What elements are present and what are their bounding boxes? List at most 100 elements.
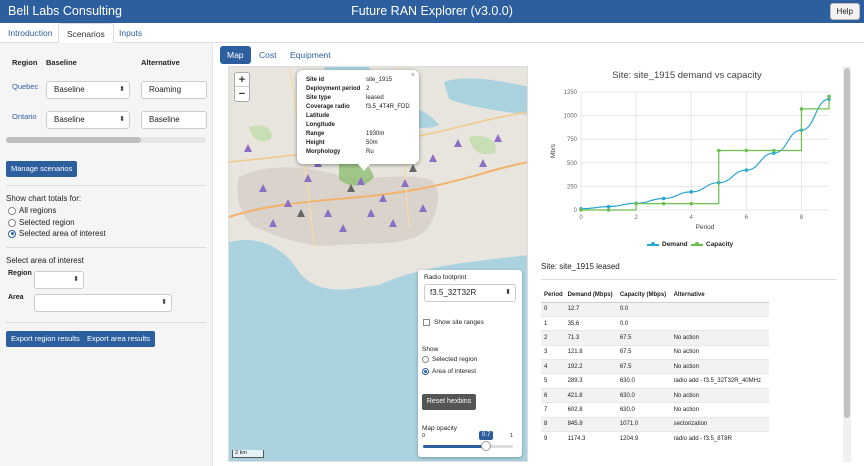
tab-equipment[interactable]: Equipment <box>283 46 338 64</box>
data-point-capacity <box>772 148 776 153</box>
table-cell: 1204.9 <box>616 431 671 446</box>
data-point-demand <box>661 196 666 201</box>
main-tabs: Introduction Scenarios Inputs <box>0 23 864 43</box>
popup-row-deployment-period: Deployment period 2 <box>306 86 369 92</box>
scrollbar-thumb[interactable] <box>6 137 141 143</box>
popup-value: site_1915 <box>366 77 393 83</box>
tab-scenarios[interactable]: Scenarios <box>58 23 114 43</box>
baseline-column-header: Baseline <box>46 58 77 67</box>
radio-selected-region[interactable]: Selected region <box>8 218 75 227</box>
popup-value: 1930m <box>366 131 385 137</box>
tab-cost[interactable]: Cost <box>252 46 283 64</box>
radio-circle-selected[interactable] <box>422 368 429 375</box>
horizontal-scrollbar[interactable] <box>6 137 206 143</box>
site-popup: × Site id site_1915 Deployment period 2 Si… <box>297 70 419 164</box>
radio-selected-area-of-interest[interactable]: Selected area of interest <box>8 229 106 238</box>
legend-demand-label: Demand <box>662 241 688 248</box>
table-cell: 421.8 <box>564 387 617 403</box>
table-row: 1 35.6 0.0 <box>541 315 769 331</box>
aoi-area-select[interactable]: ⬍ <box>34 294 172 312</box>
table-cell: 9 <box>541 431 565 446</box>
radio-label: Selected area of interest <box>19 229 106 238</box>
table-row: 2 71.3 67.5 No action <box>541 330 769 346</box>
vertical-scrollbar[interactable] <box>843 66 851 462</box>
site-status-text: Site: site_1915 leased <box>541 262 620 271</box>
show-site-ranges-label: Show site ranges <box>434 319 484 326</box>
table-cell: radio add - f3.5_32T32R_40MHz <box>670 373 769 389</box>
table-cell: 602.8 <box>564 402 617 418</box>
reset-hexbins-button[interactable]: Reset hexbins <box>422 394 476 410</box>
manage-scenarios-button[interactable]: Manage scenarios <box>6 161 78 177</box>
y-tick-label: 500 <box>567 161 578 167</box>
tab-introduction[interactable]: Introduction <box>0 23 60 43</box>
radio-footprint-select[interactable]: f3.5_32T32R ⬍ <box>424 284 516 302</box>
table-row: 8 845.9 1071.0 sectorization <box>541 416 769 432</box>
baseline-select-ontario[interactable]: Baseline ⬍ <box>46 111 130 129</box>
divider <box>6 185 206 186</box>
radio-circle-selected[interactable] <box>8 229 16 238</box>
popup-value: Ru <box>366 149 374 155</box>
opacity-slider-fill <box>423 445 486 448</box>
baseline-select-quebec[interactable]: Baseline ⬍ <box>46 81 130 99</box>
divider <box>6 322 206 323</box>
table-cell: 7 <box>541 402 565 418</box>
aoi-region-select[interactable]: ⬍ <box>34 271 84 289</box>
radio-circle[interactable] <box>8 218 16 227</box>
tab-inputs[interactable]: Inputs <box>111 23 150 43</box>
data-point-capacity <box>827 94 831 99</box>
divider <box>6 247 206 248</box>
table-cell <box>670 301 769 317</box>
alternative-select-ontario[interactable]: Baseline <box>141 111 207 129</box>
export-region-results-button[interactable]: Export region results <box>6 331 85 347</box>
table-row: 7 602.8 630.0 No action <box>541 402 769 418</box>
opacity-max-label: 1 <box>510 433 514 439</box>
table-cell: 121.8 <box>564 344 617 360</box>
table-header: Period <box>541 288 565 303</box>
select-arrow-icon: ⬍ <box>505 289 511 296</box>
table-cell: 6 <box>541 387 565 403</box>
table-cell: 1174.3 <box>564 431 617 446</box>
table-row: 4 192.2 67.5 No action <box>541 359 769 374</box>
divider <box>541 279 837 280</box>
data-point-capacity <box>689 201 694 206</box>
popup-row-range: Range 1930m <box>306 131 384 137</box>
popup-key: Height <box>306 140 325 146</box>
radio-circle[interactable] <box>8 206 16 215</box>
table-cell: 67.5 <box>616 344 671 360</box>
aoi-title: Select area of interest <box>6 256 84 265</box>
popup-row-site-type: Site type leased <box>306 95 384 101</box>
select-arrow-icon: ⬍ <box>161 299 167 306</box>
scrollbar-thumb[interactable] <box>844 68 850 418</box>
map-scale-bar: 2 km <box>232 450 264 458</box>
table-header: Capacity (Mbps) <box>616 288 671 303</box>
popup-key: Site id <box>306 77 325 83</box>
help-button[interactable]: Help <box>829 3 860 20</box>
export-area-results-button[interactable]: Export area results <box>82 331 155 347</box>
table-cell: 8 <box>541 416 565 432</box>
radio-circle[interactable] <box>422 356 429 363</box>
tab-map[interactable]: Map <box>220 46 251 64</box>
popup-row-latitude: Latitude <box>306 113 366 119</box>
baseline-select-ontario-value: Baseline <box>54 115 85 124</box>
table-cell: No action <box>670 344 769 360</box>
radio-all-regions[interactable]: All regions <box>8 206 56 215</box>
close-icon[interactable]: × <box>411 72 415 79</box>
region-label-ontario: Ontario <box>12 112 37 121</box>
table-cell: 0.0 <box>616 301 671 317</box>
zoom-out-button[interactable]: − <box>235 87 249 101</box>
table-cell: 0.0 <box>616 315 671 331</box>
show-area-of-interest-radio[interactable]: Area of interest <box>422 368 476 375</box>
region-column-header: Region <box>12 58 38 67</box>
map-view[interactable]: + − × Site id site_1915 Deployment period… <box>228 66 528 462</box>
data-point-capacity <box>606 208 611 212</box>
table-header-row: Period Demand (Mbps) Capacity (Mbps) Alt… <box>541 288 769 303</box>
zoom-in-button[interactable]: + <box>235 73 249 87</box>
legend-capacity: Capacity <box>691 241 733 248</box>
alternative-select-quebec[interactable]: Roaming <box>141 81 207 99</box>
show-selected-region-radio[interactable]: Selected region <box>422 356 477 363</box>
y-tick-label: 750 <box>567 137 578 143</box>
table-cell: 71.3 <box>564 330 617 346</box>
opacity-slider-handle[interactable] <box>481 441 491 451</box>
opacity-slider-track[interactable] <box>423 445 513 448</box>
show-site-ranges-checkbox[interactable] <box>423 319 430 326</box>
